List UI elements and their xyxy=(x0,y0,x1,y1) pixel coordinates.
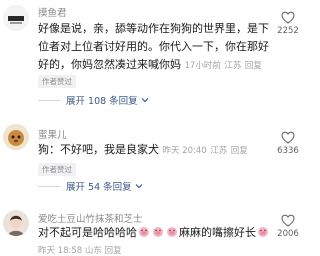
comment-time: 17小时前 xyxy=(184,61,221,71)
author-liked-badge: 作者赞过 xyxy=(38,163,76,176)
pig-face-emoji-icon xyxy=(139,227,149,237)
username[interactable]: 爱吃土豆山竹抹茶和芝士 xyxy=(38,211,143,225)
avatar[interactable] xyxy=(3,210,29,236)
pig-face-emoji-icon xyxy=(167,227,177,237)
reply-link[interactable]: 回复 xyxy=(105,246,122,256)
pig-face-emoji-icon xyxy=(258,227,268,237)
chevron-down-icon xyxy=(135,184,143,189)
heart-outline-icon xyxy=(281,131,295,144)
like-count: 2252 xyxy=(277,26,299,36)
like-button[interactable]: 2252 xyxy=(275,11,301,36)
divider xyxy=(38,185,60,187)
author-liked-badge: 作者赞过 xyxy=(38,75,76,88)
username[interactable]: 蜜果儿 xyxy=(38,127,67,141)
comment-text: 好像是说，亲，舔等动作在狗狗的世界里，是下 位者对上位者讨好用的。你代入一下，你… xyxy=(38,22,269,71)
chevron-down-icon xyxy=(141,98,149,103)
comment-text: 对不起可是哈哈哈哈 麻麻的嘴擦好长 xyxy=(38,224,270,242)
divider xyxy=(38,99,60,101)
like-count: 2006 xyxy=(277,229,299,239)
expand-replies-button[interactable]: 展开 108 条回复 xyxy=(38,93,149,107)
avatar[interactable] xyxy=(3,5,29,31)
comment-text: 狗：不好吧，我是良家犬 昨天 20:40 江苏 回复 xyxy=(38,143,248,156)
comment-location: 山东 xyxy=(84,246,102,256)
heart-outline-icon xyxy=(281,214,295,227)
pig-face-emoji-icon xyxy=(153,227,163,237)
comment-2: 蜜果儿 狗：不好吧，我是良家犬 昨天 20:40 江苏 回复 作者赞过 展开 5… xyxy=(0,122,305,193)
reply-link[interactable]: 回复 xyxy=(231,146,248,156)
avatar[interactable] xyxy=(3,124,29,150)
like-count: 6336 xyxy=(277,146,299,156)
like-button[interactable]: 6336 xyxy=(275,131,301,156)
comment-3: 爱吃土豆山竹抹茶和芝士 对不起可是哈哈哈哈 麻麻的嘴擦好长 昨天 18:58 山东… xyxy=(0,208,305,256)
comment-meta: 昨天 18:58 山东 回复 xyxy=(38,244,122,256)
comment-location: 江苏 xyxy=(224,61,242,71)
expand-replies-button[interactable]: 展开 54 条回复 xyxy=(38,179,143,193)
heart-outline-icon xyxy=(281,11,295,24)
comment-location: 江苏 xyxy=(210,146,228,156)
username[interactable]: 摸鱼君 xyxy=(38,5,67,19)
reply-link[interactable]: 回复 xyxy=(245,61,262,71)
comment-time: 昨天 18:58 xyxy=(38,246,83,256)
like-button[interactable]: 2006 xyxy=(275,214,301,239)
comment-time: 昨天 20:40 xyxy=(162,146,207,156)
comment-1: 摸鱼君 好像是说，亲，舔等动作在狗狗的世界里，是下 位者对上位者讨好用的。你代入… xyxy=(0,0,305,112)
